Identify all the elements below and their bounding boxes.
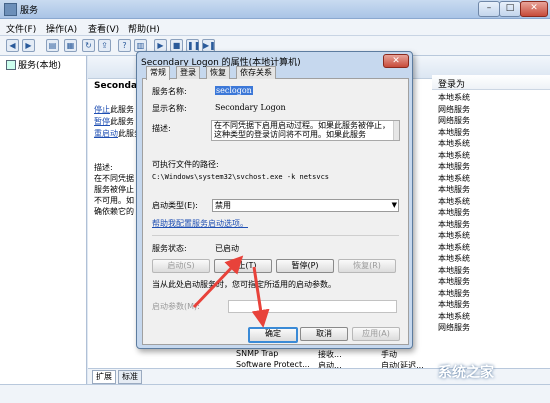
menu-bar: 文件(F) 操作(A) 查看(V) 帮助(H) <box>0 19 550 36</box>
column-header-logon[interactable]: 登录为 <box>432 75 550 90</box>
service-status-value: 已启动 <box>215 244 239 253</box>
services-app-icon <box>4 3 17 16</box>
startup-type-value: 禁用 <box>215 201 231 210</box>
help-configure-link[interactable]: 帮助我配置服务启动选项。 <box>152 218 248 229</box>
stop-service-link[interactable]: 停止 <box>94 104 110 115</box>
ok-button[interactable]: 确定 <box>248 327 298 343</box>
service-name-value[interactable]: seclogon <box>215 86 253 95</box>
path-value: C:\Windows\system32\svchost.exe -k netsv… <box>152 173 330 181</box>
apply-button[interactable]: 应用(A) <box>352 327 400 341</box>
resume-button[interactable]: 恢复(R) <box>338 259 396 273</box>
row-type: 手动 <box>381 350 397 359</box>
logon-cell: 网络服务 <box>438 104 470 114</box>
logon-cell: 本地系统 <box>438 311 470 321</box>
tab-general[interactable]: 常规 <box>146 66 170 80</box>
logon-cell: 本地服务 <box>438 219 470 229</box>
logon-cell: 本地系统 <box>438 196 470 206</box>
startup-type-label: 启动类型(E): <box>152 201 198 210</box>
back-icon[interactable]: ◀ <box>6 39 19 52</box>
window-title: 服务 <box>20 6 39 16</box>
logon-cell: 本地系统 <box>438 93 470 102</box>
action-text: 此服务 <box>110 105 134 114</box>
display-name-value[interactable]: Secondary Logon <box>215 103 286 112</box>
description-scrollbar[interactable] <box>393 121 399 140</box>
menu-file[interactable]: 文件(F) <box>6 22 36 35</box>
maximize-button[interactable]: □ <box>499 1 521 17</box>
display-name-label: 显示名称: <box>152 104 187 113</box>
tab-logon[interactable]: 登录 <box>176 66 200 79</box>
start-params-input[interactable] <box>228 300 397 313</box>
logon-cell: 本地服务 <box>438 127 470 137</box>
dialog-close-button[interactable]: ✕ <box>383 54 409 68</box>
column-header-label: 登录为 <box>438 80 466 90</box>
action-text: 此服务 <box>110 117 134 126</box>
startup-type-select[interactable]: 禁用 ▼ <box>212 199 399 212</box>
divider <box>152 235 399 236</box>
chevron-down-icon: ▼ <box>391 201 397 209</box>
close-button[interactable]: ✕ <box>520 1 548 17</box>
service-status-label: 服务状态: <box>152 244 187 253</box>
logon-cell: 网络服务 <box>438 116 470 125</box>
forward-icon[interactable]: ▶ <box>22 39 35 52</box>
logon-cell: 本地服务 <box>438 288 470 298</box>
tab-extended[interactable]: 扩展 <box>92 370 116 384</box>
service-name-label: 服务名称: <box>152 87 187 96</box>
tree-item-local-services[interactable]: 服务(本地) <box>18 58 61 71</box>
start-params-hint: 当从此处启动服务时，您可指定所适用的启动参数。 <box>152 280 336 289</box>
stop-button[interactable]: 停止(T) <box>214 259 272 273</box>
title-bar: 服务 – □ ✕ <box>0 0 550 19</box>
logon-cell: 本地服务 <box>438 300 470 309</box>
refresh-icon[interactable]: ↻ <box>82 39 95 52</box>
start-params-label: 启动参数(M): <box>152 302 200 311</box>
logon-cell: 本地系统 <box>438 242 470 252</box>
services-icon <box>6 60 16 70</box>
watermark-logo: 系统之家 <box>438 365 494 381</box>
help-icon[interactable]: ? <box>118 39 131 52</box>
console-icon[interactable]: ▤ <box>46 39 59 52</box>
menu-action[interactable]: 操作(A) <box>46 22 77 35</box>
desc-line: 描述: <box>94 163 113 172</box>
tree-pane: 服务(本地) <box>0 56 87 402</box>
logon-cell: 本地系统 <box>438 231 470 240</box>
logon-cell: 本地服务 <box>438 185 470 194</box>
logon-cell: 本地服务 <box>438 265 470 275</box>
logon-cell: 本地服务 <box>438 208 470 217</box>
desc-line: 不可用。如 <box>94 196 134 205</box>
description-label: 描述: <box>152 124 171 133</box>
tab-standard[interactable]: 标准 <box>118 370 142 384</box>
tab-recovery[interactable]: 恢复 <box>206 66 230 79</box>
menu-help[interactable]: 帮助(H) <box>128 22 160 35</box>
logon-cell: 本地服务 <box>438 277 470 286</box>
properties-icon[interactable]: ▦ <box>64 39 77 52</box>
menu-view[interactable]: 查看(V) <box>88 22 119 35</box>
dialog-body: 常规 登录 恢复 依存关系 服务名称: seclogon 显示名称: Secon… <box>142 66 409 345</box>
logon-cell: 本地服务 <box>438 162 470 171</box>
row-name: SNMP Trap <box>236 349 279 358</box>
minimize-button[interactable]: – <box>478 1 500 17</box>
logon-cell: 本地系统 <box>438 150 470 160</box>
description-box[interactable]: 在不同凭据下启用启动过程。如果此服务被停止，这种类型的登录访问将不可用。如果此服… <box>211 120 400 141</box>
properties-dialog: Secondary Logon 的属性(本地计算机) ✕ 常规 登录 恢复 依存… <box>136 51 413 349</box>
restart-service-link[interactable]: 重启动 <box>94 128 118 139</box>
path-label: 可执行文件的路径: <box>152 160 219 169</box>
logon-cell: 网络服务 <box>438 323 470 332</box>
export-icon[interactable]: ⇪ <box>98 39 111 52</box>
pause-service-link[interactable]: 暂停 <box>94 116 110 127</box>
desc-line: 确依赖它的 <box>94 207 134 216</box>
description-text: 在不同凭据下启用启动过程。如果此服务被停止，这种类型的登录访问将不可用。如果此服… <box>214 121 390 139</box>
row-status: 接收... <box>318 350 342 359</box>
start-button[interactable]: 启动(S) <box>152 259 210 273</box>
cancel-button[interactable]: 取消 <box>300 327 348 341</box>
tab-dependencies[interactable]: 依存关系 <box>236 66 276 79</box>
pause-button[interactable]: 暂停(P) <box>276 259 334 273</box>
desc-line: 在不同凭据 <box>94 174 134 183</box>
logon-cell: 本地系统 <box>438 173 470 183</box>
logon-cell: 本地系统 <box>438 139 470 148</box>
status-bar <box>0 384 550 403</box>
logon-cell: 本地系统 <box>438 254 470 263</box>
desc-line: 服务被停止 <box>94 185 134 194</box>
